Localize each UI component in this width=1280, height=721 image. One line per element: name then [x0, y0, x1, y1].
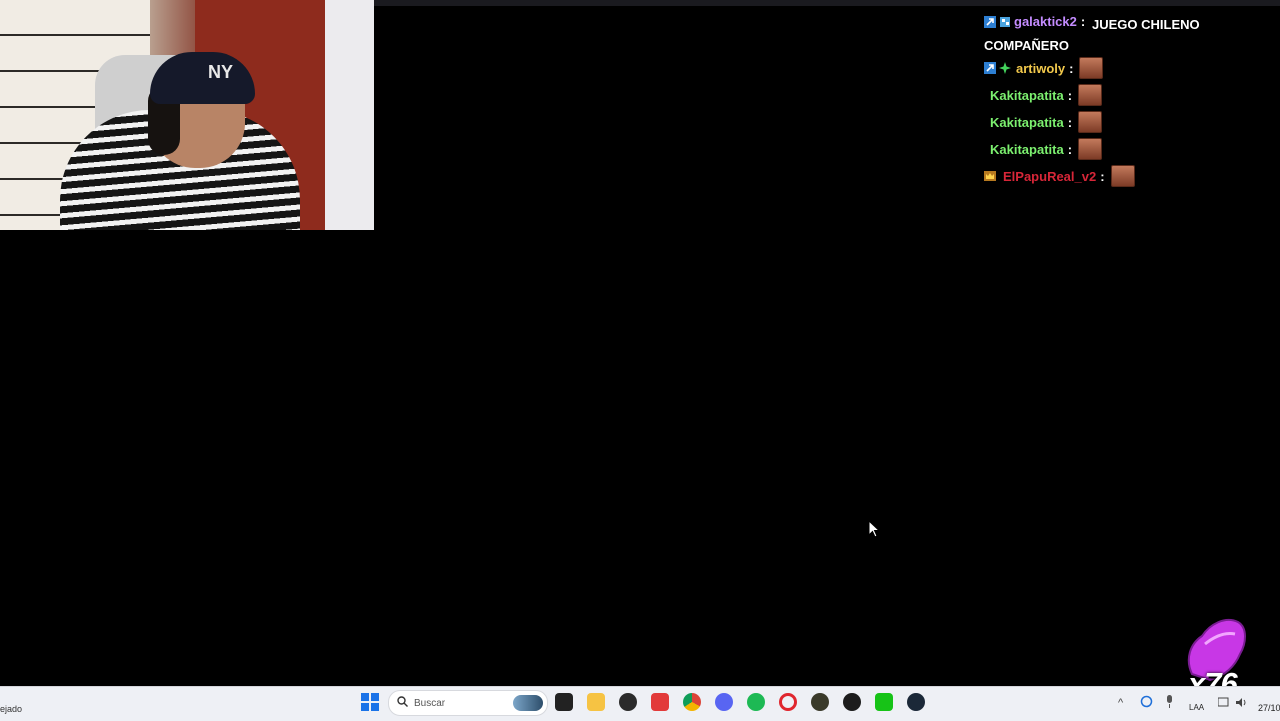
green-app-icon[interactable] [875, 693, 893, 711]
chat-username: Kakitapatita [990, 114, 1064, 130]
chat-message: Kakitapatita : [990, 138, 1103, 160]
weather-widget[interactable]: ejado [0, 704, 22, 714]
webcam-feed: NY [0, 0, 374, 230]
face-emote [1110, 165, 1135, 187]
chat-separator: : [1069, 60, 1074, 76]
steam-icon[interactable] [907, 693, 925, 711]
microphone-icon[interactable] [1165, 695, 1174, 711]
language-indicator[interactable]: LAA [1189, 703, 1204, 712]
network-icon[interactable] [1217, 697, 1230, 711]
chat-message: Kakitapatita : [990, 111, 1103, 133]
app-icon[interactable] [811, 693, 829, 711]
sparkle-badge-icon [999, 62, 1011, 74]
windows-logo-icon [361, 693, 369, 701]
prime-badge-icon [984, 62, 996, 74]
search-placeholder: Buscar [414, 697, 446, 709]
chat-message-text: JUEGO CHILENO COMPAÑERO [984, 17, 1200, 53]
face-emote [1079, 57, 1104, 79]
chat-username: Kakitapatita [990, 141, 1064, 157]
chat-separator: : [1067, 141, 1073, 157]
chat-separator: : [1067, 87, 1073, 103]
discord-icon[interactable] [715, 693, 733, 711]
chat-username: artiwoly [1016, 60, 1066, 76]
red-app-icon[interactable] [651, 693, 669, 711]
taskbar [0, 686, 1280, 721]
cap-logo: NY [208, 62, 234, 82]
crown-badge-icon [984, 170, 996, 182]
task-view-icon[interactable] [555, 693, 573, 711]
taskbar-clock[interactable]: 27/10 [1258, 703, 1280, 713]
face-emote [1078, 111, 1103, 133]
app-icon[interactable] [619, 693, 637, 711]
face-emote [1078, 138, 1103, 160]
search-icon [397, 694, 408, 712]
chat-message: artiwoly : [984, 57, 1104, 79]
obs-icon[interactable] [843, 693, 861, 711]
chat-username: ElPapuReal_v2 [1003, 168, 1097, 184]
volume-icon[interactable] [1236, 697, 1249, 711]
start-button[interactable] [361, 693, 379, 711]
chevron-up-icon[interactable]: ^ [1118, 697, 1123, 709]
chat-separator: : [1100, 168, 1105, 184]
search-highlight-icon [513, 695, 543, 711]
chat-message: Kakitapatita : [990, 84, 1103, 106]
chat-message: ElPapuReal_v2 : [984, 165, 1135, 187]
spotify-icon[interactable] [747, 693, 765, 711]
wall [325, 0, 374, 230]
top-strip [374, 0, 1280, 6]
chat-username: Kakitapatita [990, 87, 1064, 103]
taskbar-search[interactable]: Buscar [388, 690, 548, 716]
face-emote [1078, 84, 1103, 106]
opera-icon[interactable] [779, 693, 797, 711]
chat-separator: : [1067, 114, 1073, 130]
folder-icon[interactable] [587, 693, 605, 711]
sync-icon[interactable] [1140, 695, 1153, 711]
chrome-icon[interactable] [683, 693, 701, 711]
